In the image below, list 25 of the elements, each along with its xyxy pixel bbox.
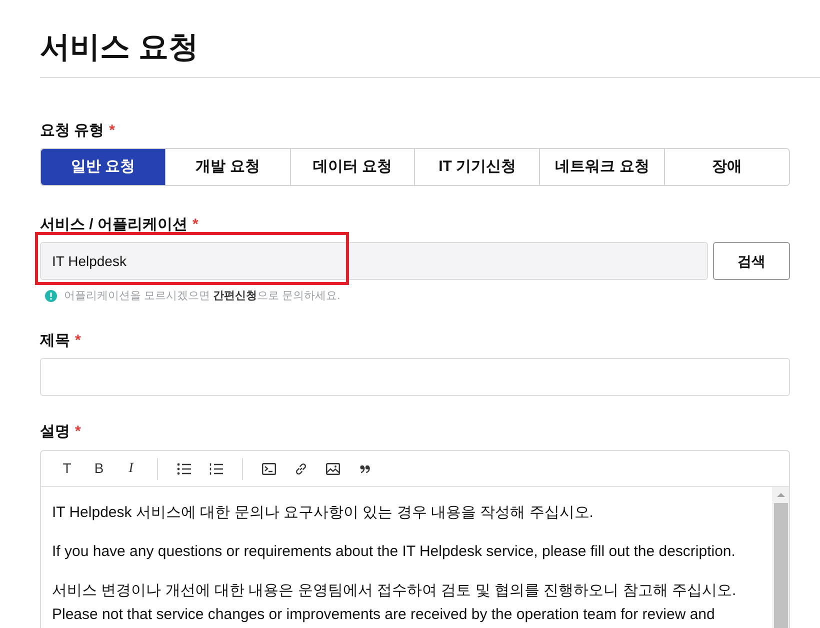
request-type-tab[interactable]: 장애	[664, 149, 789, 185]
required-mark: *	[75, 331, 81, 351]
description-paragraph: If you have any questions or requirements about the IT Helpdesk service, please fill out the description.	[52, 542, 736, 562]
subject-input[interactable]	[40, 358, 790, 396]
search-button[interactable]: 검색	[713, 242, 790, 280]
field-label: 설명	[40, 422, 70, 442]
required-mark: *	[109, 121, 116, 141]
bold-button[interactable]: B	[83, 454, 115, 482]
text-format-button[interactable]: T	[51, 454, 83, 482]
description-editor[interactable]	[40, 450, 790, 628]
description-paragraph: IT Helpdesk 서비스에 대한 문의나 요구사항이 있는 경우 내용을 작성해 주십시오.	[52, 503, 594, 523]
required-mark: *	[192, 215, 198, 235]
scrollbar-thumb[interactable]	[774, 503, 788, 628]
description-paragraph: 서비스 변경이나 개선에 대한 내용은 운영팀에서 접수하여 검토 및 협의를 진행하오니 참고해 주십시오. Please not that service changes or improvements are received by the operation team for review and	[52, 581, 738, 625]
request-type-tab[interactable]: 일반 요청	[41, 149, 165, 185]
hint-text: 어플리케이션을 모르시겠으면 간편신청으로 문의하세요.	[64, 289, 340, 304]
field-label: 서비스 / 어플리케이션	[40, 215, 188, 235]
required-mark: *	[75, 422, 81, 442]
service-input[interactable]: IT Helpdesk	[40, 242, 708, 280]
info-icon	[45, 290, 57, 302]
page-title: 서비스 요청	[40, 30, 198, 66]
field-label: 제목	[40, 331, 70, 351]
field-label: 요청 유형	[40, 121, 104, 141]
italic-button[interactable]: I	[115, 454, 147, 482]
scrollbar[interactable]	[772, 487, 789, 628]
